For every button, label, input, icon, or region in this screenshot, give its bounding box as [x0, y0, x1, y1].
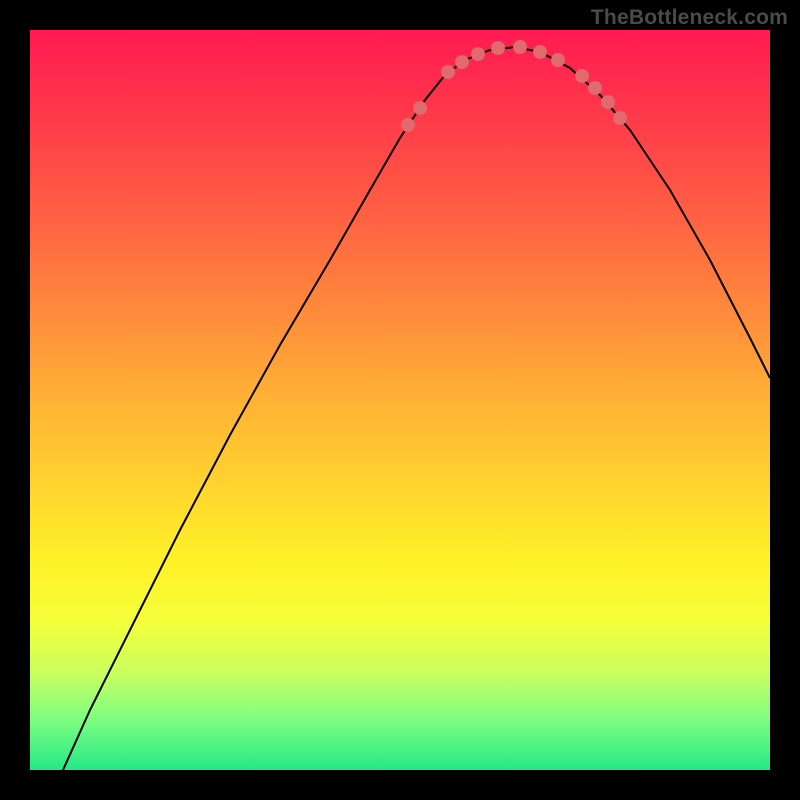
plot-area	[30, 30, 770, 770]
marker-dot	[471, 47, 485, 61]
watermark-text: TheBottleneck.com	[591, 6, 788, 30]
marker-dot	[513, 40, 527, 54]
marker-dot	[575, 69, 589, 83]
marker-dot	[401, 118, 415, 132]
marker-dot	[441, 65, 455, 79]
marker-dot	[551, 53, 565, 67]
marker-group	[401, 40, 627, 132]
marker-dot	[455, 55, 469, 69]
marker-dot	[413, 101, 427, 115]
marker-dot	[491, 41, 505, 55]
marker-dot	[613, 111, 627, 125]
bottleneck-curve	[63, 47, 770, 770]
chart-svg	[30, 30, 770, 770]
marker-dot	[588, 81, 602, 95]
marker-dot	[601, 95, 615, 109]
marker-dot	[533, 45, 547, 59]
